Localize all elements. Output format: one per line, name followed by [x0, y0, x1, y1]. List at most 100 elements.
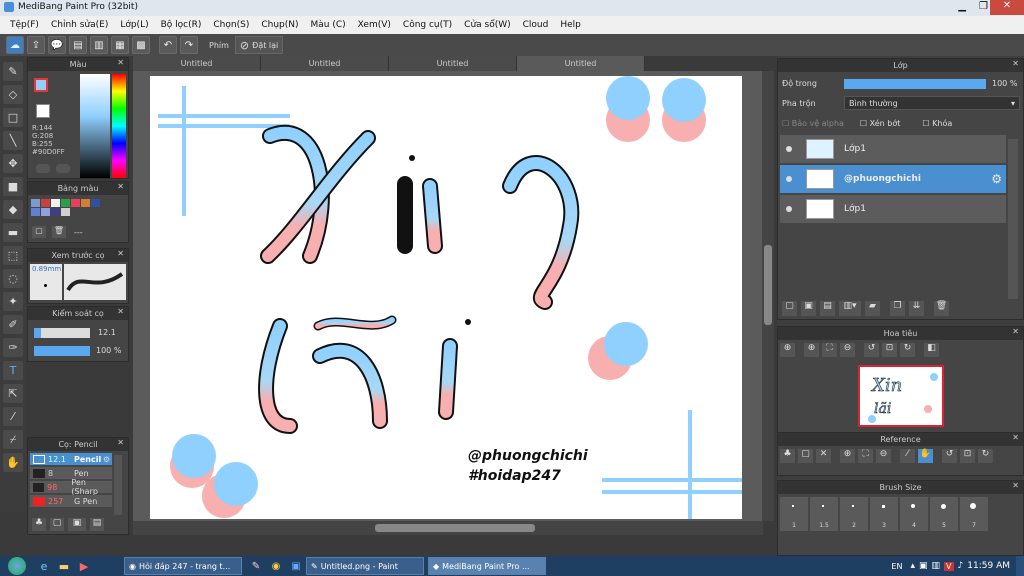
lasso-tool-icon[interactable]: ◌ — [3, 269, 23, 288]
minimize-icon[interactable]: ▁ — [958, 1, 966, 12]
tray-network-icon[interactable]: ▥ — [932, 561, 941, 571]
brush-size-cell[interactable]: 4 — [900, 497, 928, 531]
fit-icon[interactable]: ⛶ — [822, 343, 837, 357]
page-icon[interactable]: ▤ — [69, 36, 87, 54]
close-icon[interactable]: ✕ — [990, 0, 1024, 15]
volume-icon[interactable]: ♪ — [958, 561, 964, 571]
fit-icon[interactable]: ⛶ — [858, 449, 873, 463]
reset-view-icon[interactable]: ⊡ — [882, 343, 897, 357]
layer-row[interactable]: Lớp1 — [780, 195, 1006, 223]
brush-size-cell[interactable]: 3 — [870, 497, 898, 531]
comment-icon[interactable]: 💬 — [48, 36, 66, 54]
blend-mode-select[interactable]: Bình thường ▾ — [844, 96, 1020, 110]
swatch[interactable] — [31, 208, 40, 216]
clip-checkbox[interactable]: ☐ Xén bớt — [860, 119, 900, 128]
swatch[interactable] — [91, 199, 100, 207]
palette-more[interactable]: --- — [74, 228, 83, 237]
rotate-right-icon[interactable]: ↻ — [978, 449, 993, 463]
eyedropper-icon[interactable]: ⁄ — [3, 407, 23, 426]
close-icon[interactable]: ✕ — [117, 182, 124, 191]
menu-capture[interactable]: Chụp(N) — [255, 20, 304, 30]
secondary-color-swatch[interactable] — [36, 104, 50, 118]
new-layer-1bit-icon[interactable]: ▤ — [820, 301, 835, 316]
rotate-left-icon[interactable]: ↺ — [942, 449, 957, 463]
menu-view[interactable]: Xem(V) — [352, 20, 397, 30]
zoom-in-icon[interactable]: ⊕ — [804, 343, 819, 357]
brush-item[interactable]: 98 Pen (Sharp — [30, 478, 112, 496]
brush-item[interactable]: 257 G Pen — [30, 495, 112, 507]
trash-icon[interactable]: 🗑 — [52, 226, 66, 238]
menu-filter[interactable]: Bộ lọc(R) — [155, 20, 208, 30]
primary-color-swatch[interactable] — [34, 78, 48, 92]
drawing-canvas[interactable]: @phuongchichi #hoidap247 — [150, 76, 742, 519]
task-paint[interactable]: ✎ Untitled.png - Paint — [306, 557, 424, 575]
folder-icon[interactable]: ▰ — [865, 301, 880, 316]
paint-pin-icon[interactable]: ✎ — [246, 561, 266, 572]
share-icon[interactable]: ⇪ — [27, 36, 45, 54]
close-icon[interactable]: ✕ — [117, 58, 124, 67]
magic-wand-icon[interactable]: ✦ — [3, 292, 23, 311]
color-mode-button[interactable] — [36, 164, 50, 173]
swatch[interactable] — [31, 199, 40, 207]
move-tool-icon[interactable]: ✥ — [3, 154, 23, 173]
menu-edit[interactable]: Chỉnh sửa(E) — [45, 20, 114, 30]
tray-app-icon[interactable]: ▣ — [919, 561, 928, 571]
open-file-icon[interactable]: ▢ — [798, 449, 813, 463]
add-layer-menu-icon[interactable]: ▥▾ — [839, 301, 861, 316]
menu-tools[interactable]: Công cụ(T) — [397, 20, 458, 30]
menu-select[interactable]: Chọn(S) — [207, 20, 255, 30]
trash-icon[interactable]: 🗑 — [934, 301, 949, 316]
menu-layer[interactable]: Lớp(L) — [114, 20, 154, 30]
horizontal-scroll-thumb[interactable] — [375, 524, 535, 532]
gear-icon[interactable]: ⚙ — [103, 455, 110, 464]
flip-icon[interactable]: ◧ — [924, 343, 939, 357]
zoom-icon[interactable]: ⊕ — [780, 343, 795, 357]
eyedropper-icon[interactable]: ⁄ — [900, 449, 915, 463]
photo-pin-icon[interactable]: ▣ — [286, 561, 306, 572]
swatch[interactable] — [41, 199, 50, 207]
hand-tool-icon[interactable]: ✋ — [3, 453, 23, 472]
select-tool-icon[interactable]: ⬚ — [3, 246, 23, 265]
brush-list-scrollbar[interactable] — [114, 455, 122, 515]
gradient-tool-icon[interactable]: ▬ — [3, 223, 23, 242]
eye-icon[interactable] — [786, 206, 792, 212]
merge-icon[interactable]: ⇊ — [909, 301, 924, 316]
brush-size-cell[interactable]: 2 — [840, 497, 868, 531]
brush-size-value[interactable]: 12.1 — [98, 328, 116, 337]
tab-untitled[interactable]: Untitled — [261, 56, 389, 71]
select-eraser-icon[interactable]: ✑ — [3, 338, 23, 357]
protect-alpha-checkbox[interactable]: ☐ Bảo vệ alpha — [782, 119, 844, 128]
brush-settings-icon[interactable]: ▤ — [90, 518, 104, 531]
swatch[interactable] — [61, 208, 70, 216]
ie-icon[interactable]: e — [34, 560, 54, 573]
tray-arrow-icon[interactable]: ▴ — [910, 561, 915, 571]
document-icon[interactable]: ▥ — [90, 36, 108, 54]
layer-scrollbar[interactable] — [1008, 139, 1018, 299]
lock-checkbox[interactable]: ☐ Khóa — [922, 119, 952, 128]
explorer-icon[interactable]: ▬ — [54, 560, 74, 573]
gear-icon[interactable]: ⚙ — [991, 172, 1002, 186]
close-icon[interactable]: ✕ — [1012, 59, 1019, 68]
swatch[interactable] — [71, 199, 80, 207]
language-indicator[interactable]: EN — [891, 562, 902, 571]
layer-row[interactable]: @phuongchichi ⚙ — [780, 165, 1006, 193]
eye-icon[interactable] — [786, 176, 792, 182]
zoom-out-icon[interactable]: ⊖ — [840, 343, 855, 357]
layer-row[interactable]: Lớp1 — [780, 135, 1006, 163]
rotate-right-icon[interactable]: ↻ — [900, 343, 915, 357]
eraser-tool-icon[interactable]: ◇ — [3, 85, 23, 104]
swatch[interactable] — [41, 208, 50, 216]
hand-icon[interactable]: ✋ — [918, 449, 933, 463]
reset-view-icon[interactable]: ⊡ — [960, 449, 975, 463]
new-brush-icon[interactable]: ▢ — [50, 518, 64, 531]
hue-slider[interactable] — [112, 74, 126, 178]
brush-size-cell[interactable]: 5 — [930, 497, 958, 531]
brush-size-slider[interactable] — [34, 328, 90, 338]
vertical-scrollbar[interactable] — [762, 71, 774, 521]
close-icon[interactable]: ✕ — [117, 438, 124, 447]
tray-v-icon[interactable]: V — [944, 561, 954, 571]
layer-opacity-slider[interactable] — [844, 79, 986, 89]
close-icon[interactable]: ✕ — [1012, 481, 1019, 490]
task-browser[interactable]: ◉ Hỏi đáp 247 - trang t... — [124, 557, 242, 575]
menu-color[interactable]: Màu (C) — [305, 20, 352, 30]
